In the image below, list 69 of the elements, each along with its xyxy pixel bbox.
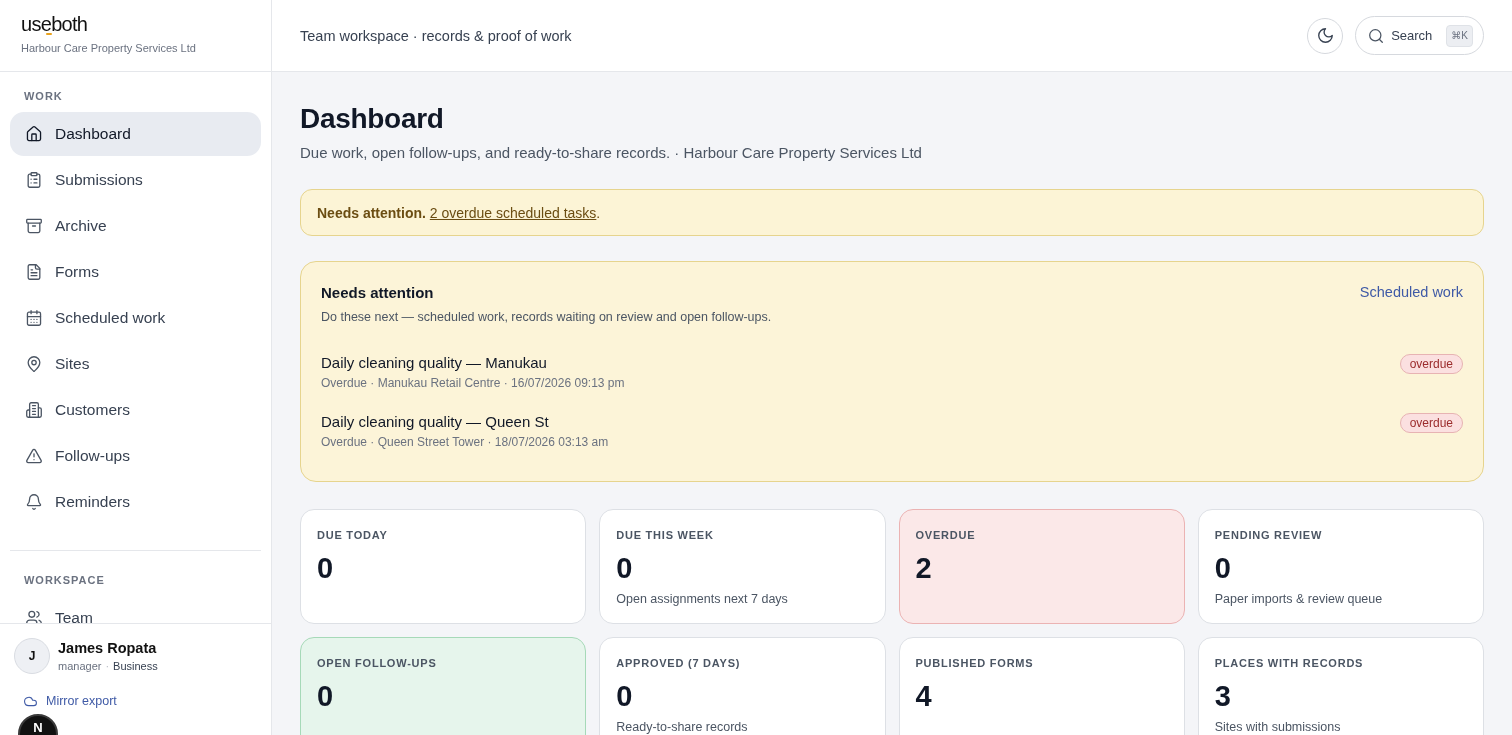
task-details: Overdue · Queen Street Tower · 18/07/2026 03:13 am bbox=[321, 434, 609, 451]
logo[interactable]: useboth bbox=[21, 13, 88, 35]
stat-label: DUE THIS WEEK bbox=[616, 528, 715, 542]
separator-text: · bbox=[105, 659, 110, 673]
user-name: James Ropata bbox=[58, 639, 158, 657]
nav-item[interactable]: Forms bbox=[10, 250, 261, 294]
nav-item[interactable]: Team bbox=[10, 596, 261, 623]
stat-note: Paper imports & review queue bbox=[1214, 591, 1384, 608]
status-badge: overdue bbox=[1399, 354, 1463, 374]
nav-item[interactable]: Reminders bbox=[10, 480, 261, 524]
stat-note: Ready-to-share records bbox=[616, 719, 749, 735]
nav-item[interactable]: Submissions bbox=[10, 158, 261, 202]
map-pin-icon bbox=[26, 356, 42, 372]
stat-value: 0 bbox=[317, 679, 335, 713]
user-avatar: J bbox=[14, 638, 50, 674]
shortcut-hint: ⌘K bbox=[1446, 24, 1473, 47]
task-title[interactable]: Daily cleaning quality — Manukau bbox=[321, 353, 625, 373]
calendar-icon bbox=[26, 310, 42, 326]
cloud-icon bbox=[24, 694, 37, 708]
clipboard-icon bbox=[26, 172, 42, 188]
nav-item[interactable]: Sites bbox=[10, 342, 261, 386]
task-title[interactable]: Daily cleaning quality — Queen St bbox=[321, 412, 609, 432]
status-badge: overdue bbox=[1399, 413, 1463, 433]
stat-label: PUBLISHED FORMS bbox=[915, 656, 1035, 670]
nav-item[interactable]: Follow-ups bbox=[10, 434, 261, 478]
nav-item[interactable]: Scheduled work bbox=[10, 296, 261, 340]
building-icon bbox=[26, 402, 42, 418]
stat-label: PLACES WITH RECORDS bbox=[1214, 656, 1365, 670]
stat-value: 0 bbox=[1214, 551, 1232, 585]
page-subtitle: Due work, open follow-ups, and ready-to-share records. · Harbour Care Property Services Ltd bbox=[300, 143, 923, 163]
scheduled-work-link[interactable]: Scheduled work bbox=[1359, 282, 1463, 302]
panel-title: Needs attention bbox=[321, 283, 434, 303]
user-role: manager bbox=[58, 659, 102, 673]
theme-toggle-button[interactable] bbox=[1307, 17, 1344, 54]
document-icon bbox=[26, 264, 42, 280]
moon-icon bbox=[1317, 28, 1333, 43]
stat-label: PENDING REVIEW bbox=[1214, 528, 1324, 542]
alert-message: Needs attention. 2 overdue scheduled tasks. bbox=[317, 203, 601, 222]
bell-icon bbox=[26, 494, 42, 510]
stat-value: 0 bbox=[616, 551, 634, 585]
stat-value: 0 bbox=[317, 551, 335, 585]
panel-description: Do these next — scheduled work, records waiting on review and open follow-ups. bbox=[321, 309, 773, 326]
warning-triangle-icon bbox=[26, 448, 42, 464]
people-icon bbox=[26, 610, 42, 623]
stat-label: APPROVED (7 DAYS) bbox=[616, 656, 742, 670]
stat-label: OVERDUE bbox=[915, 528, 977, 542]
search-button[interactable]: Search ⌘K bbox=[1355, 16, 1484, 55]
task-details: Overdue · Manukau Retail Centre · 16/07/2026 09:13 pm bbox=[321, 375, 625, 392]
plan-label: Business bbox=[113, 659, 158, 673]
search-icon bbox=[1369, 28, 1384, 43]
organization-name: Harbour Care Property Services Ltd bbox=[21, 41, 197, 55]
stat-value: 4 bbox=[915, 679, 933, 713]
nav-item[interactable]: Dashboard bbox=[10, 112, 261, 156]
stat-value: 3 bbox=[1214, 679, 1232, 713]
stat-note: Sites with submissions bbox=[1214, 719, 1342, 735]
stat-note: Open assignments next 7 days bbox=[616, 591, 789, 608]
workspace-title: Team workspace · records & proof of work bbox=[300, 27, 572, 44]
section-label: WORK bbox=[23, 89, 64, 104]
stat-label: DUE TODAY bbox=[317, 528, 389, 542]
stat-value: 2 bbox=[915, 551, 933, 585]
page-title: Dashboard bbox=[300, 102, 445, 136]
archive-box-icon bbox=[26, 218, 42, 234]
nav-item[interactable]: Archive bbox=[10, 204, 261, 248]
house-icon bbox=[26, 126, 42, 142]
mirror-export-link[interactable]: Mirror export bbox=[24, 693, 117, 709]
section-label: WORKSPACE bbox=[23, 573, 106, 588]
stat-label: OPEN FOLLOW-UPS bbox=[317, 656, 438, 670]
stat-value: 0 bbox=[616, 679, 634, 713]
nav-item[interactable]: Customers bbox=[10, 388, 261, 432]
